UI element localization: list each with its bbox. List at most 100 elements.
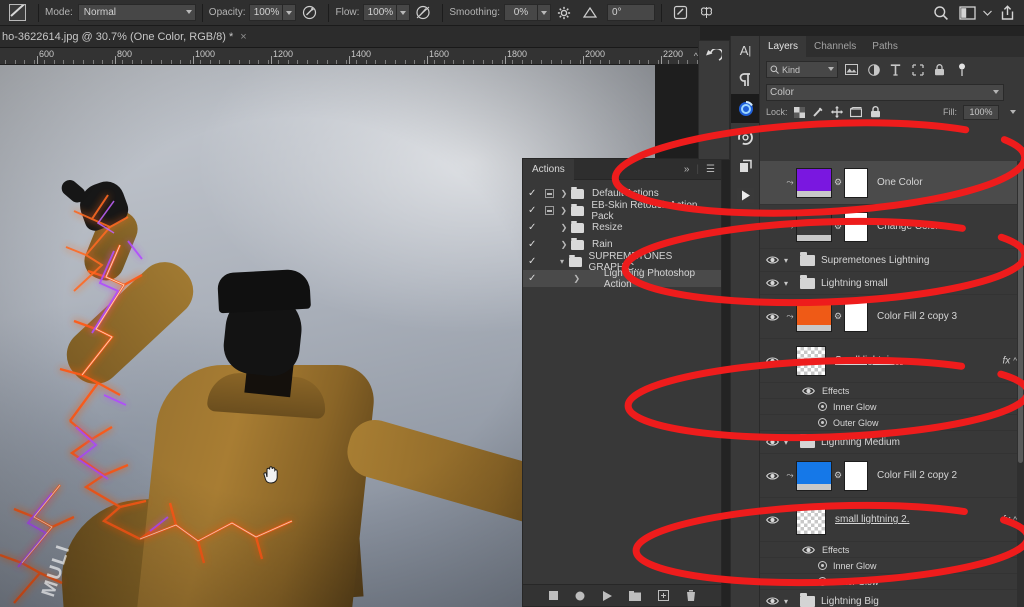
effect-visibility-icon[interactable] (818, 561, 827, 570)
layer-mask-thumbnail[interactable] (844, 460, 868, 491)
workspace-layout-icon[interactable] (954, 1, 980, 25)
flow-dropdown-button[interactable] (397, 4, 411, 21)
effect-visibility-icon[interactable] (818, 577, 827, 586)
fill-input[interactable]: 100% (963, 104, 999, 120)
action-expand-arrow-icon[interactable]: ❯ (557, 206, 571, 215)
layer-row[interactable]: small lightning 2. fx ^ (760, 498, 1024, 542)
layer-fx-icon[interactable]: fx ^ (1002, 514, 1017, 525)
layer-mask-link-icon[interactable]: ⚙ (832, 311, 844, 322)
angle-input[interactable]: 0° (606, 4, 655, 21)
actions-list[interactable]: ✓ ❯ Default Actions ✓ ❯ EB-Skin Retouch Actio… (523, 180, 721, 584)
action-dialog-toggle-icon[interactable] (542, 189, 557, 198)
layer-name[interactable]: Color Fill 2 copy 3 (877, 311, 957, 322)
layer-effect-row[interactable]: Inner Glow (760, 399, 1024, 415)
document-tab[interactable]: ho-3622614.jpg @ 30.7% (One Color, RGB/8… (0, 26, 700, 48)
layer-row[interactable]: ⤳ ⚙ One Color (760, 161, 1024, 205)
group-expand-arrow-icon[interactable]: ▾ (784, 597, 800, 606)
layer-name[interactable]: small lightning 2. (835, 514, 909, 525)
shape-filter-icon[interactable] (909, 61, 926, 78)
adjustments-icon[interactable] (731, 123, 760, 152)
action-enabled-checkbox[interactable]: ✓ (528, 239, 542, 250)
layer-mask-link-icon[interactable]: ⚙ (832, 177, 844, 188)
layer-effects-row[interactable]: Effects (760, 542, 1024, 558)
layers-list[interactable]: ⤳ ⚙ One Color ⤳ ⚙ Change Colors ▾ Supremetones … (760, 161, 1024, 607)
action-enabled-checkbox[interactable]: ✓ (528, 256, 541, 267)
action-enabled-checkbox[interactable]: ✓ (528, 273, 542, 284)
eye-visibility-icon[interactable] (760, 596, 784, 606)
opacity-input[interactable]: 100% (249, 4, 284, 21)
action-enabled-checkbox[interactable]: ✓ (528, 222, 542, 233)
layers-scrollbar-thumb[interactable] (1018, 163, 1023, 463)
layer-group-row[interactable]: ▾ Lightning small (760, 272, 1024, 295)
layer-effects-row[interactable]: Effects (760, 383, 1024, 399)
eye-visibility-icon[interactable] (794, 545, 818, 555)
opacity-dropdown-button[interactable] (283, 4, 297, 21)
play-icon[interactable] (602, 590, 612, 601)
action-expand-arrow-icon[interactable]: ❯ (570, 274, 584, 283)
lock-all-icon[interactable] (868, 105, 883, 120)
layer-mask-thumbnail[interactable] (844, 211, 868, 242)
color-swatch-icon[interactable] (731, 94, 760, 123)
action-row[interactable]: ✓ ❯ Lightning Photoshop Action (523, 268, 721, 290)
actions-play-icon[interactable] (731, 181, 760, 210)
blend-mode-select[interactable]: Normal (77, 4, 196, 21)
group-expand-arrow-icon[interactable]: ▾ (784, 438, 800, 447)
tab-channels[interactable]: Channels (806, 36, 864, 57)
layers-scrollbar[interactable] (1017, 161, 1024, 607)
layer-fx-icon[interactable]: fx ^ (1002, 355, 1017, 366)
layer-blend-mode-select[interactable]: Color (766, 83, 1004, 101)
eye-visibility-icon[interactable] (794, 386, 818, 396)
layers-duplicate-icon[interactable] (731, 152, 760, 181)
flow-input[interactable]: 100% (363, 4, 398, 21)
close-icon[interactable]: × (240, 31, 246, 43)
eye-visibility-icon[interactable] (760, 356, 784, 366)
layer-effect-row[interactable]: Outer Glow (760, 574, 1024, 590)
smoothing-input[interactable]: 0% (503, 4, 538, 21)
type-filter-icon[interactable] (887, 61, 904, 78)
group-expand-arrow-icon[interactable]: ▾ (784, 279, 800, 288)
layer-group-row[interactable]: ▾ Supremetones Lightning (760, 249, 1024, 272)
layer-mask-link-icon[interactable]: ⚙ (832, 221, 844, 232)
layer-row[interactable]: ⤳ ⚙ Change Colors (760, 205, 1024, 249)
action-expand-arrow-icon[interactable]: ❯ (557, 223, 571, 232)
history-undo-icon[interactable] (699, 41, 728, 71)
search-icon[interactable] (928, 1, 954, 25)
new-set-icon[interactable] (628, 590, 641, 601)
eye-visibility-icon[interactable] (760, 437, 784, 447)
layer-mask-thumbnail[interactable] (844, 301, 868, 332)
layer-mask-thumbnail[interactable] (844, 167, 868, 198)
adjustment-filter-icon[interactable] (865, 61, 882, 78)
gear-icon[interactable] (551, 1, 577, 25)
tab-layers[interactable]: Layers (760, 36, 807, 57)
lock-image-pixels-icon[interactable] (811, 105, 826, 120)
layer-name[interactable]: One Color (877, 177, 923, 188)
tab-paths[interactable]: Paths (864, 36, 906, 57)
layer-name[interactable]: Small lightning. (835, 355, 903, 366)
action-expand-arrow-icon[interactable]: ❯ (557, 240, 571, 249)
double-chevron-right-icon[interactable]: » (684, 164, 690, 175)
eye-visibility-icon[interactable] (760, 255, 784, 265)
eye-visibility-icon[interactable] (760, 471, 784, 481)
new-action-icon[interactable] (657, 590, 669, 601)
lock-artboard-icon[interactable] (849, 105, 864, 120)
symmetry-butterfly-icon[interactable] (694, 1, 720, 25)
group-expand-arrow-icon[interactable]: ▾ (784, 256, 800, 265)
action-expand-arrow-icon[interactable]: ❯ (557, 189, 571, 198)
action-enabled-checkbox[interactable]: ✓ (528, 188, 542, 199)
tablet-pressure-icon[interactable] (668, 1, 694, 25)
layer-filter-kind-select[interactable]: Kind (766, 61, 838, 78)
fill-dropdown-button[interactable] (1005, 105, 1018, 120)
layer-thumbnail[interactable] (796, 460, 832, 491)
action-row[interactable]: ✓ ❯ Resize (523, 219, 721, 236)
action-expand-arrow-icon[interactable]: ▾ (555, 257, 568, 266)
smoothing-toggle-icon[interactable] (410, 1, 436, 25)
lock-transparent-pixels-icon[interactable] (792, 105, 807, 120)
layer-thumbnail[interactable] (796, 211, 832, 242)
layer-group-row[interactable]: ▾ Lightning Big (760, 590, 1024, 607)
angle-icon[interactable] (577, 1, 603, 25)
layer-row[interactable]: ⤳ ⚙ Color Fill 2 copy 2 (760, 454, 1024, 498)
paragraph-panel-icon[interactable] (731, 65, 760, 94)
action-row[interactable]: ✓ ❯ EB-Skin Retouch Action Pack (523, 200, 721, 222)
eye-visibility-icon[interactable] (760, 278, 784, 288)
layer-thumbnail[interactable] (796, 301, 832, 332)
